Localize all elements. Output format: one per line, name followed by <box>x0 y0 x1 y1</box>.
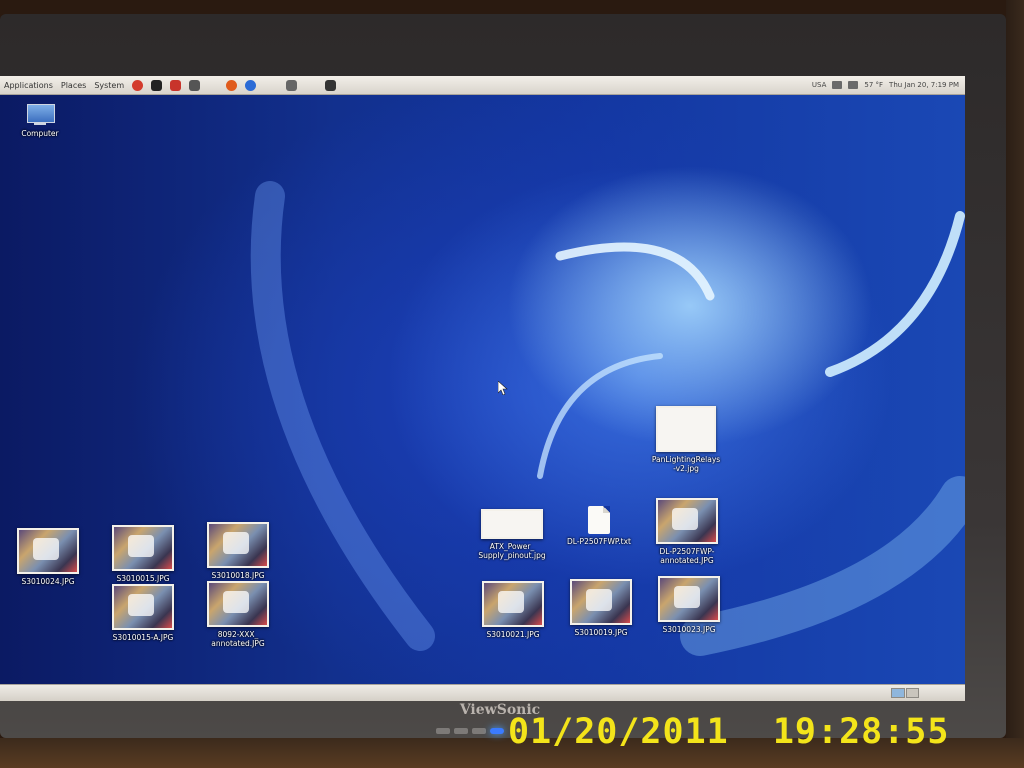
clock[interactable]: Thu Jan 20, 7:19 PM <box>889 81 959 89</box>
bottom-panel <box>0 684 965 701</box>
menu-places[interactable]: Places <box>57 81 90 90</box>
icon-label: S3010015.JPG <box>116 574 170 583</box>
keyboard-layout[interactable]: USA <box>812 81 827 89</box>
image-thumbnail <box>570 579 632 625</box>
icon-label: S3010024.JPG <box>21 577 75 586</box>
monitor-button[interactable] <box>436 728 450 734</box>
workspace-1[interactable] <box>891 688 905 698</box>
image-thumbnail <box>112 584 174 630</box>
icon-label: S3010018.JPG <box>211 571 265 580</box>
image-thumbnail <box>207 522 269 568</box>
image-thumbnail <box>656 498 718 544</box>
eraser-launcher-icon[interactable] <box>286 79 298 91</box>
computer-desktop-icon[interactable]: Computer <box>0 104 85 138</box>
file-icon[interactable]: S3010023.JPG <box>644 576 734 634</box>
firefox-launcher-icon[interactable] <box>226 79 238 91</box>
network-launcher-icon[interactable] <box>245 79 257 91</box>
screenshot-launcher-icon[interactable] <box>325 79 337 91</box>
file-icon[interactable]: DL-P2507FWP- annotated.JPG <box>642 498 732 565</box>
image-thumbnail <box>658 576 720 622</box>
file-icon[interactable]: S3010015.JPG <box>98 525 188 583</box>
file-icon[interactable]: S3010021.JPG <box>468 581 558 639</box>
image-thumbnail <box>482 581 544 627</box>
file-icon[interactable]: S3010024.JPG <box>3 528 93 586</box>
file-icon[interactable]: PanLightingRelays -v2.jpg <box>641 406 731 473</box>
photo-date-stamp: 01/20/2011 19:28:55 <box>508 712 950 752</box>
icon-label: S3010019.JPG <box>574 628 628 637</box>
tools-launcher-icon[interactable] <box>170 79 182 91</box>
app-launcher-icon[interactable] <box>189 79 201 91</box>
monitor-buttons <box>436 728 504 734</box>
top-panel: Applications Places System USA 57 °F Thu… <box>0 76 965 95</box>
image-thumbnail <box>481 509 543 539</box>
icon-label: S3010021.JPG <box>486 630 540 639</box>
menu-system[interactable]: System <box>90 81 128 90</box>
image-thumbnail <box>112 525 174 571</box>
desktop-screen: Applications Places System USA 57 °F Thu… <box>0 76 965 701</box>
icon-label: S3010015-A.JPG <box>112 633 174 642</box>
icon-label: S3010023.JPG <box>662 625 716 634</box>
file-icon[interactable]: S3010018.JPG <box>193 522 283 580</box>
terminal-launcher-icon[interactable] <box>151 79 163 91</box>
file-icon[interactable]: S3010019.JPG <box>556 579 646 637</box>
image-thumbnail <box>207 581 269 627</box>
icon-label: DL-P2507FWP.txt <box>567 537 631 546</box>
text-file-icon[interactable]: DL-P2507FWP.txt <box>554 506 644 546</box>
text-document-icon <box>588 506 610 534</box>
image-thumbnail <box>656 406 716 452</box>
file-icon[interactable]: 8092-XXX_ annotated.JPG <box>193 581 283 648</box>
icon-label: Computer <box>21 129 59 138</box>
mouse-pointer-icon <box>498 381 508 395</box>
background-wall <box>1006 0 1024 768</box>
icon-label: PanLightingRelays -v2.jpg <box>651 455 721 473</box>
volume-icon[interactable] <box>832 81 843 89</box>
workspace-switcher[interactable] <box>891 688 919 698</box>
network-icon[interactable] <box>848 81 859 89</box>
image-thumbnail <box>17 528 79 574</box>
browser-launcher-icon[interactable] <box>132 79 144 91</box>
icon-label: ATX_Power_ Supply_pinout.jpg <box>478 542 546 560</box>
power-led-icon[interactable] <box>490 728 504 734</box>
menu-applications[interactable]: Applications <box>0 81 57 90</box>
file-icon[interactable]: S3010015-A.JPG <box>98 584 188 642</box>
file-icon[interactable]: ATX_Power_ Supply_pinout.jpg <box>467 509 557 560</box>
workspace-2[interactable] <box>905 688 919 698</box>
monitor-button[interactable] <box>472 728 486 734</box>
system-tray: USA 57 °F Thu Jan 20, 7:19 PM <box>812 81 965 89</box>
monitor-bezel: Applications Places System USA 57 °F Thu… <box>0 14 1006 738</box>
computer-icon <box>25 104 55 126</box>
weather-readout[interactable]: 57 °F <box>864 81 883 89</box>
monitor-button[interactable] <box>454 728 468 734</box>
icon-label: DL-P2507FWP- annotated.JPG <box>659 547 715 565</box>
icon-label: 8092-XXX_ annotated.JPG <box>211 630 265 648</box>
